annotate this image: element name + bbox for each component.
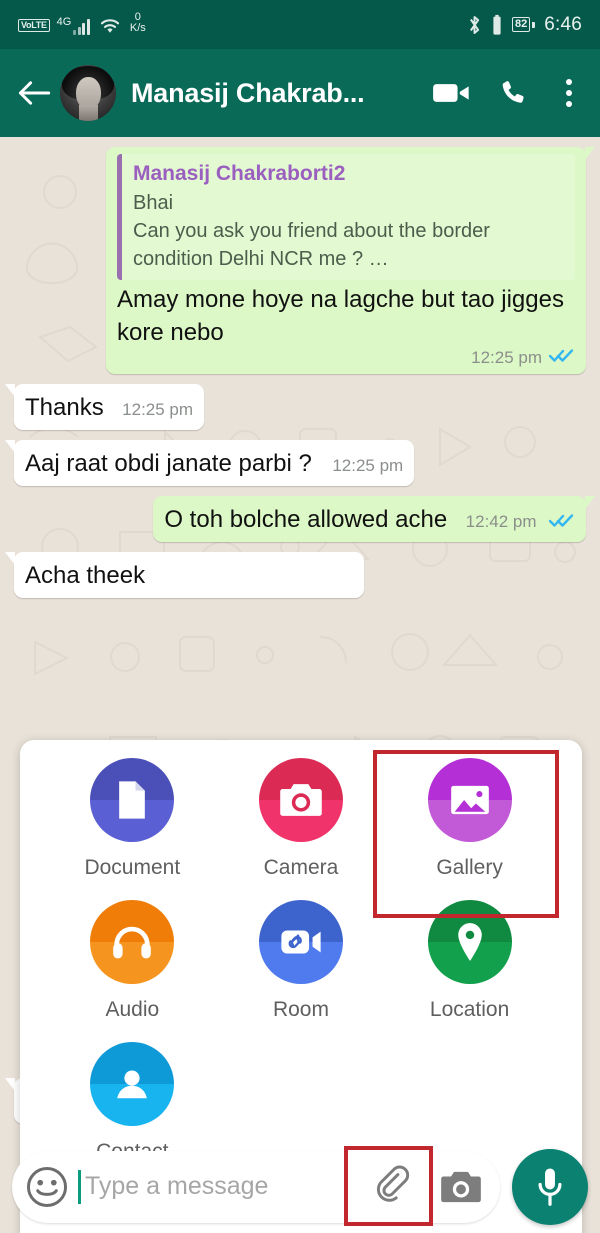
- voice-record-button[interactable]: [512, 1148, 588, 1225]
- message-row: O toh bolche allowed ache 12:42 pm: [14, 496, 595, 542]
- avatar-neck: [79, 105, 98, 121]
- room-video-link-icon: [258, 900, 343, 984]
- signal-strength-bars: [73, 18, 90, 35]
- message-text: Amay mone hoye na lagche but tao jigges …: [117, 286, 564, 346]
- attach-option-location[interactable]: Location: [385, 900, 554, 1022]
- message-row: Aaj raat obdi janate parbi ? 12:25 pm: [4, 440, 586, 486]
- quoted-author: Manasij Chakraborti2: [133, 162, 346, 185]
- message-input-pill[interactable]: Type a message: [12, 1150, 500, 1223]
- attach-option-audio[interactable]: Audio: [48, 900, 217, 1022]
- message-time: 12:25 pm: [122, 400, 194, 419]
- wifi-icon: [97, 15, 123, 35]
- volte-icon: VoLTE: [18, 18, 50, 32]
- message-row: Acha theek: [5, 552, 586, 598]
- headphones-icon: [90, 900, 175, 984]
- back-button[interactable]: [10, 69, 58, 117]
- quoted-message[interactable]: Manasij Chakraborti2 Bhai Can you ask yo…: [117, 154, 575, 280]
- message-text: O toh bolche allowed ache: [164, 506, 448, 533]
- header-actions: [432, 73, 586, 113]
- message-input-placeholder[interactable]: Type a message: [85, 1172, 268, 1201]
- whatsapp-chat-screen: VoLTE 4G 0 K/s 82 6:46 Manasij Chakrab..…: [0, 0, 600, 1233]
- chat-body: Manasij Chakraborti2 Bhai Can you ask yo…: [0, 137, 600, 1233]
- attach-label: Camera: [263, 856, 339, 879]
- emoji-icon[interactable]: [26, 1166, 68, 1208]
- phone-call-icon[interactable]: [498, 77, 530, 109]
- attach-label: Location: [429, 998, 510, 1021]
- chat-header: Manasij Chakrab...: [0, 49, 600, 137]
- attach-label: Room: [272, 998, 329, 1021]
- attach-option-gallery[interactable]: Gallery: [385, 758, 554, 880]
- attach-label: Gallery: [436, 856, 503, 879]
- avatar[interactable]: [60, 65, 116, 121]
- more-options-icon[interactable]: [556, 73, 582, 113]
- camera-icon[interactable]: [440, 1169, 482, 1205]
- attach-option-room[interactable]: Room: [217, 900, 386, 1022]
- message-time: 12:25 pm: [332, 456, 404, 475]
- message-text: Acha theek: [25, 562, 146, 589]
- status-bar-clock: 6:46: [544, 13, 582, 35]
- input-actions: [376, 1165, 482, 1209]
- microphone-icon: [535, 1166, 565, 1208]
- attach-option-document[interactable]: Document: [48, 758, 217, 880]
- contact-name[interactable]: Manasij Chakrab...: [131, 78, 364, 109]
- battery-tip-icon: [532, 21, 536, 28]
- quoted-line: Bhai: [133, 192, 174, 214]
- message-time: 12:42 pm: [465, 512, 537, 531]
- message-time: 12:25 pm: [471, 347, 542, 367]
- attachment-grid: Document Camera Gallery Audio Room Locat…: [20, 758, 582, 1184]
- location-pin-icon: [427, 900, 512, 984]
- message-bubble-outgoing[interactable]: Manasij Chakraborti2 Bhai Can you ask yo…: [106, 147, 595, 374]
- battery-percent-label: 82: [511, 17, 531, 32]
- status-bar-right: 82 6:46: [467, 14, 582, 36]
- camera-icon: [258, 758, 343, 842]
- message-text: Aaj raat obdi janate parbi ?: [25, 450, 312, 477]
- message-bubble-outgoing[interactable]: O toh bolche allowed ache 12:42 pm: [153, 496, 595, 542]
- video-call-icon[interactable]: [432, 79, 472, 107]
- bluetooth-icon: [467, 14, 482, 36]
- read-receipt-double-check-icon: [548, 347, 575, 368]
- network-type-label: 4G: [56, 15, 72, 28]
- paperclip-icon[interactable]: [376, 1165, 416, 1209]
- status-bar-left: VoLTE 4G 0 K/s: [18, 11, 146, 36]
- data-speed-indicator: 0 K/s: [129, 11, 146, 34]
- status-bar: VoLTE 4G 0 K/s 82 6:46: [0, 0, 600, 49]
- message-meta: 12:25 pm: [117, 347, 575, 368]
- message-input-bar: Type a message: [0, 1140, 600, 1233]
- document-icon: [90, 758, 175, 842]
- battery-glyph-icon: [491, 14, 503, 36]
- attach-option-camera[interactable]: Camera: [217, 758, 386, 880]
- attach-label: Audio: [105, 998, 160, 1021]
- message-bubble-incoming[interactable]: Thanks 12:25 pm: [4, 384, 205, 430]
- data-speed-unit: K/s: [129, 21, 146, 34]
- person-icon: [90, 1042, 175, 1126]
- signal-bars-icon: 4G: [56, 15, 90, 35]
- message-bubble-incoming[interactable]: Acha theek: [5, 552, 364, 598]
- message-bubble-incoming[interactable]: Aaj raat obdi janate parbi ? 12:25 pm: [4, 440, 415, 486]
- quoted-line: Can you ask you friend about the border …: [133, 220, 490, 270]
- message-row: Thanks 12:25 pm: [4, 384, 586, 430]
- read-receipt-double-check-icon: [548, 512, 575, 533]
- gallery-icon: [427, 758, 512, 842]
- message-row: Manasij Chakraborti2 Bhai Can you ask yo…: [14, 147, 595, 374]
- text-caret: [78, 1169, 81, 1204]
- message-text: Thanks: [25, 394, 104, 421]
- attach-label: Document: [84, 856, 181, 879]
